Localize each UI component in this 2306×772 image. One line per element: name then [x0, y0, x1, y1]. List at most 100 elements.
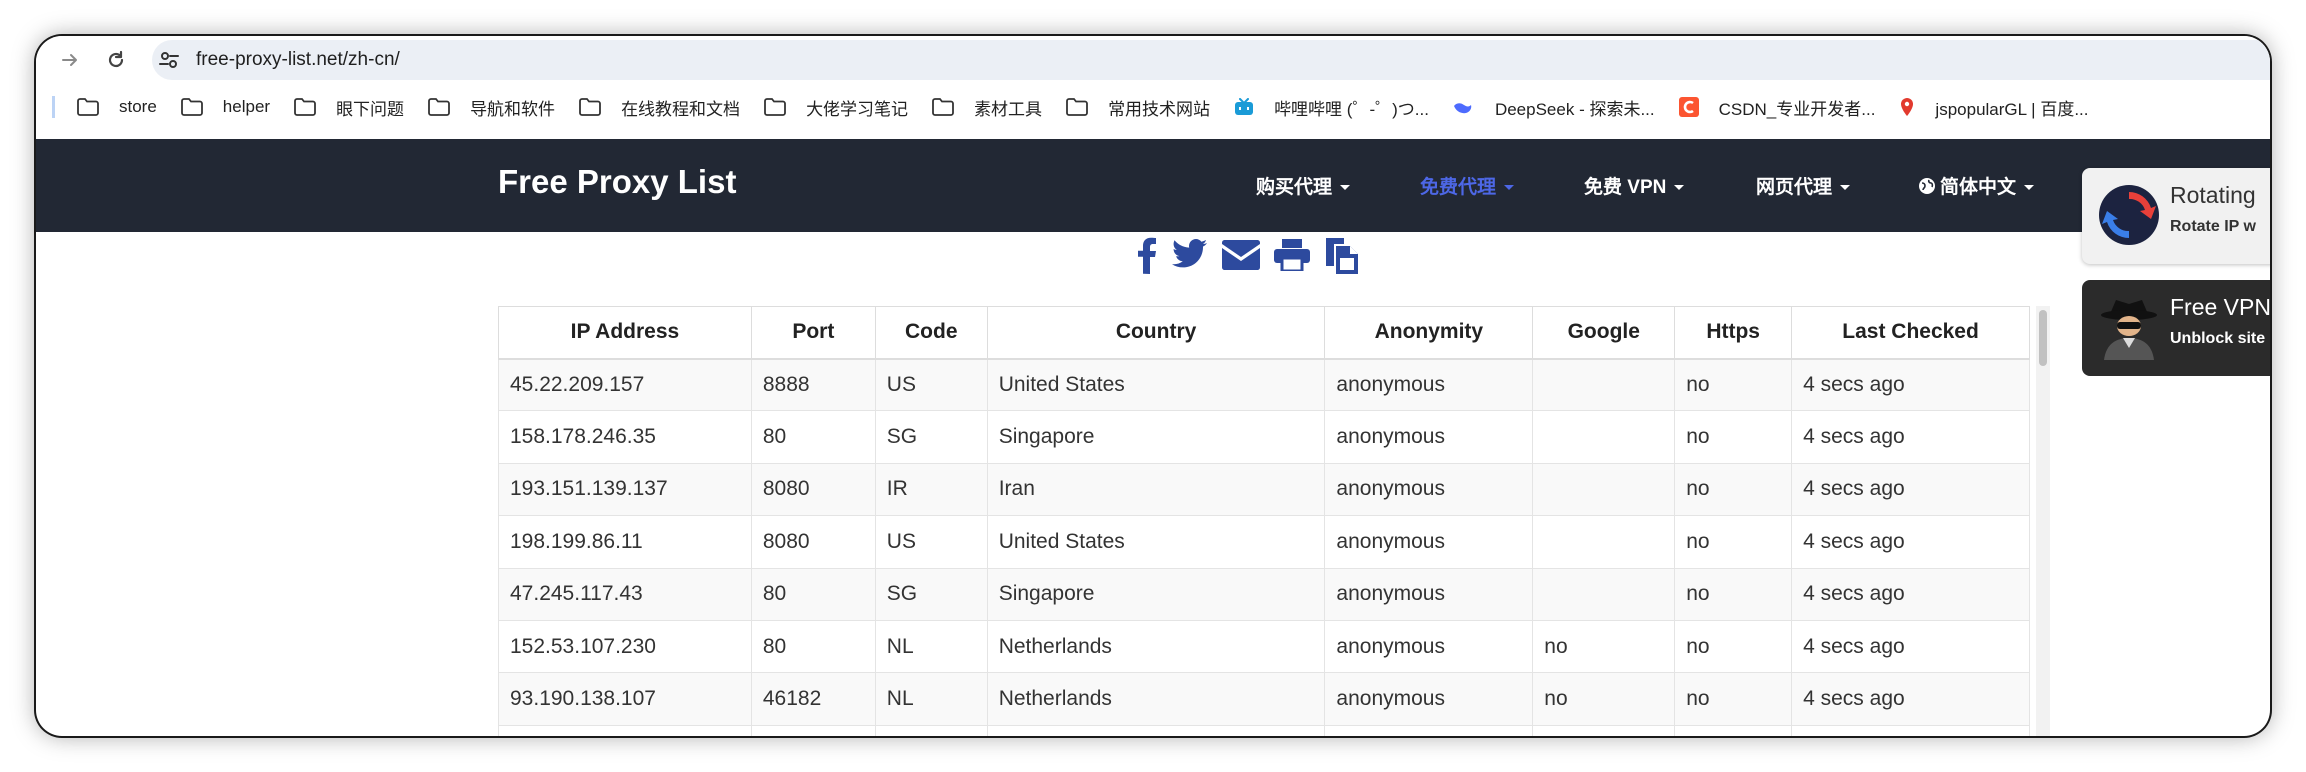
scrollbar-thumb[interactable] — [2039, 310, 2047, 366]
twitter-icon[interactable] — [1172, 239, 1208, 271]
cell-last-checked: 4 secs ago — [1791, 515, 2030, 569]
bookmark-item[interactable]: helper — [180, 90, 270, 124]
cell-port — [750, 724, 876, 736]
cell-https — [1674, 724, 1793, 736]
bookmark-item[interactable]: 素材工具 — [932, 90, 1042, 124]
bookmark-item[interactable]: 大佬学习笔记 — [764, 90, 908, 124]
cell-ip-address: 193.151.139.137 — [498, 462, 752, 517]
cell-google — [1532, 567, 1676, 621]
cell-google — [1532, 724, 1676, 736]
site-brand[interactable]: Free Proxy List — [498, 163, 736, 201]
bookmark-label: 导航和软件 — [470, 99, 556, 119]
site-settings-icon[interactable] — [152, 43, 186, 77]
caret-down-icon — [1504, 185, 1515, 191]
bookmark-label: 在线教程和文档 — [621, 99, 741, 119]
caret-down-icon — [1674, 185, 1685, 191]
url-text[interactable]: free-proxy-list.net/zh-cn/ — [196, 49, 400, 71]
folder-icon — [428, 98, 460, 116]
cell-google — [1532, 462, 1676, 517]
facebook-icon[interactable] — [1136, 236, 1158, 274]
bookmark-item[interactable]: store — [77, 90, 157, 124]
omnibox[interactable]: free-proxy-list.net/zh-cn/ — [152, 40, 2270, 80]
cell-code: US — [874, 515, 988, 569]
ad-title: Rotating — [2170, 182, 2256, 208]
bookmark-item[interactable]: DeepSeek - 探索未... — [1453, 90, 1655, 124]
reload-icon[interactable] — [100, 44, 132, 76]
cell-https: no — [1674, 567, 1793, 621]
cell-https: no — [1674, 672, 1793, 726]
folder-icon — [579, 98, 611, 116]
cell-anonymity: anonymous — [1324, 672, 1534, 726]
bookmark-item[interactable]: CSDN_专业开发者... — [1678, 90, 1876, 124]
column-header[interactable]: Port — [750, 306, 876, 360]
bookmark-label: jspopularGL | 百度... — [1935, 99, 2089, 119]
ad-rotating-proxy[interactable]: Rotating Rotate IP w — [2082, 168, 2270, 264]
bilibili-icon — [1234, 98, 1264, 116]
cell-last-checked: 4 secs ago — [1791, 619, 2030, 674]
cell-ip-address — [498, 724, 752, 736]
cell-last-checked — [1791, 724, 2030, 736]
copy-icon[interactable] — [1324, 236, 1360, 274]
column-header[interactable]: Anonymity — [1324, 306, 1534, 360]
table-row: 152.53.107.230 80 NL Netherlands anonymous no… — [498, 619, 2030, 674]
rotate-icon — [2099, 185, 2159, 245]
column-header[interactable]: Https — [1674, 306, 1793, 360]
cell-code: NL — [874, 672, 988, 726]
cell-https: no — [1674, 462, 1793, 517]
table-row: 193.151.139.137 8080 IR Iran anonymous no 4 se… — [498, 462, 2030, 517]
menu-web-proxy[interactable]: 网页代理 — [1756, 172, 1851, 199]
folder-icon — [180, 98, 213, 116]
bookmark-item[interactable]: 常用技术网站 — [1066, 90, 1210, 124]
cell-ip-address: 47.245.117.43 — [498, 567, 752, 621]
column-header[interactable]: Code — [874, 306, 988, 360]
print-icon[interactable] — [1274, 239, 1310, 271]
bookmark-item[interactable]: jspopularGL | 百度... — [1899, 90, 2089, 124]
cell-port: 80 — [750, 410, 876, 464]
bookmark-item[interactable]: 哔哩哔哩 (゜-゜)つ... — [1234, 90, 1429, 124]
site-header: Free Proxy List 购买代理 免费代理 免费 VPN 网页代理 简体… — [36, 139, 2270, 232]
email-icon[interactable] — [1222, 240, 1260, 270]
cell-country: Singapore — [986, 567, 1326, 621]
cell-google: no — [1532, 672, 1676, 726]
cell-anonymity: anonymous — [1324, 410, 1534, 464]
cell-anonymity: anonymous — [1324, 515, 1534, 569]
cell-country: Iran — [986, 462, 1326, 517]
bookmark-label: CSDN_专业开发者... — [1718, 99, 1876, 119]
table-row: 158.178.246.35 80 SG Singapore anonymous no 4 … — [498, 410, 2030, 464]
column-header[interactable]: Country — [986, 306, 1326, 360]
cell-google — [1532, 410, 1676, 464]
column-header[interactable]: IP Address — [498, 306, 752, 360]
menu-free-vpn[interactable]: 免费 VPN — [1584, 172, 1685, 199]
cell-last-checked: 4 secs ago — [1791, 357, 2030, 412]
bookmark-label: 眼下问题 — [336, 99, 405, 119]
table-scrollbar[interactable] — [2036, 306, 2050, 736]
cell-port: 46182 — [750, 672, 876, 726]
menu-buy-proxy[interactable]: 购买代理 — [1256, 172, 1351, 199]
map-pin-icon — [1899, 97, 1925, 117]
spy-icon — [2101, 300, 2157, 360]
cell-google — [1532, 515, 1676, 569]
table-row — [498, 724, 2030, 736]
bookmark-item[interactable]: 导航和软件 — [428, 90, 555, 124]
ad-subtitle: Unblock site — [2170, 330, 2266, 347]
cell-last-checked: 4 secs ago — [1791, 410, 2030, 464]
bookmark-item[interactable]: 在线教程和文档 — [579, 90, 740, 124]
ad-free-vpn[interactable]: Free VPN Unblock site — [2082, 280, 2270, 376]
cell-https: no — [1674, 515, 1793, 569]
deepseek-icon — [1453, 99, 1485, 115]
folder-icon — [1066, 98, 1098, 116]
column-header[interactable]: Google — [1532, 306, 1676, 360]
globe-icon — [1919, 178, 1935, 194]
menu-label: 网页代理 — [1756, 177, 1833, 198]
bookmark-label: store — [119, 97, 157, 116]
menu-free-proxy[interactable]: 免费代理 — [1420, 172, 1515, 199]
cell-last-checked: 4 secs ago — [1791, 567, 2030, 621]
forward-icon[interactable] — [54, 44, 86, 76]
bookmark-label: 常用技术网站 — [1108, 99, 1211, 119]
caret-down-icon — [1840, 185, 1851, 191]
menu-language[interactable]: 简体中文 — [1918, 172, 2035, 199]
cell-ip-address: 158.178.246.35 — [498, 410, 752, 464]
cell-code: SG — [874, 410, 988, 464]
column-header[interactable]: Last Checked — [1791, 306, 2030, 360]
bookmark-item[interactable]: 眼下问题 — [294, 90, 404, 124]
